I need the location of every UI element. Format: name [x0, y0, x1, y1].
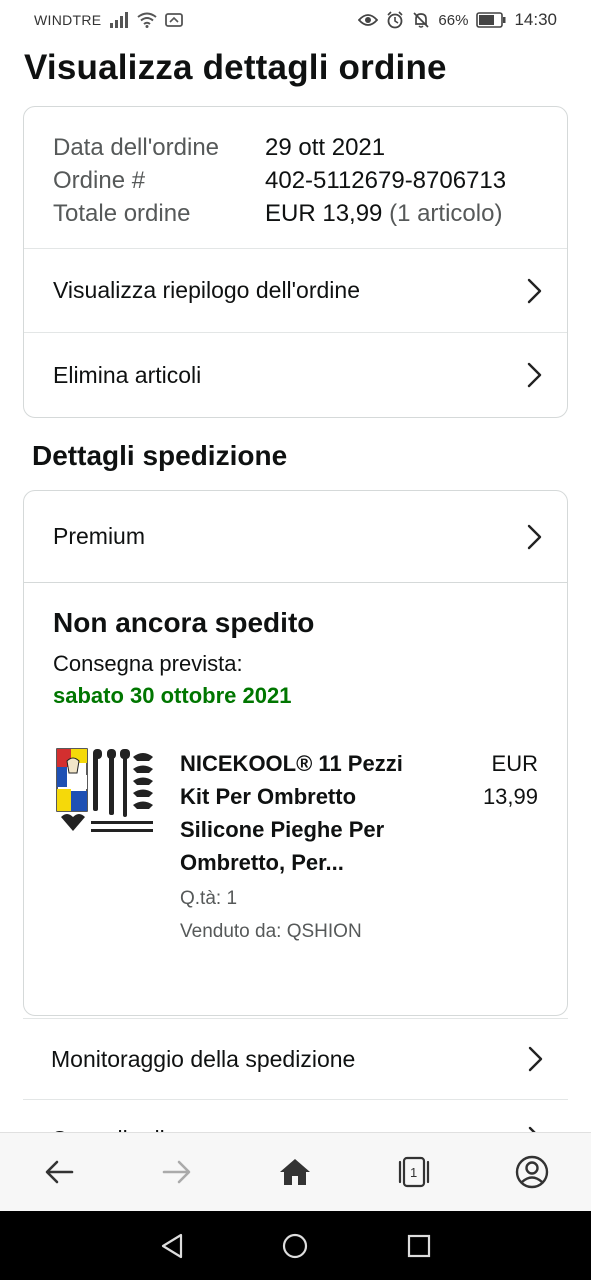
track-shipment-link[interactable]: Monitoraggio della spedizione	[23, 1018, 568, 1100]
triangle-back-icon	[161, 1233, 182, 1258]
eye-icon	[358, 13, 379, 27]
account-button[interactable]	[502, 1142, 562, 1202]
circle-home-icon	[283, 1233, 308, 1258]
alarm-icon	[386, 11, 404, 29]
order-summary-card: Data dell'ordine 29 ott 2021 Ordine # 40…	[23, 106, 568, 418]
product-seller: Venduto da: QSHION	[180, 921, 362, 942]
battery-icon	[476, 12, 506, 28]
order-total-value: EUR 13,99 (1 articolo)	[265, 197, 502, 230]
page-title: Visualizza dettagli ordine	[24, 48, 447, 87]
order-total-items: (1 articolo)	[389, 200, 503, 227]
arrow-right-icon	[162, 1160, 191, 1184]
order-total-label: Totale ordine	[53, 200, 191, 227]
shipment-card: Premium Non ancora spedito Consegna prev…	[23, 490, 568, 1016]
chevron-right-icon	[523, 278, 545, 304]
delete-items-label: Elimina articoli	[53, 361, 202, 388]
product-quantity: Q.tà: 1	[180, 888, 238, 909]
track-shipment-label: Monitoraggio della spedizione	[51, 1045, 356, 1072]
carrier-name: WINDTRE	[34, 12, 102, 28]
order-info: Data dell'ordine 29 ott 2021 Ordine # 40…	[24, 107, 567, 249]
battery-percent: 66%	[438, 11, 469, 29]
shipping-section-title: Dettagli spedizione	[32, 440, 288, 471]
system-recents-button[interactable]	[394, 1221, 444, 1271]
chevron-right-icon	[523, 524, 545, 550]
delivery-date: sabato 30 ottobre 2021	[53, 683, 292, 708]
product-item[interactable]: NICEKOOL® 11 Pezzi Kit Per Ombretto Sili…	[53, 747, 538, 945]
view-order-summary-link[interactable]: Visualizza riepilogo dell'ordine	[24, 249, 567, 333]
product-title[interactable]: NICEKOOL® 11 Pezzi Kit Per Ombretto Sili…	[180, 747, 410, 879]
back-button[interactable]	[29, 1142, 89, 1202]
tabs-button[interactable]: 1	[384, 1142, 444, 1202]
order-total-amount: EUR 13,99	[265, 200, 383, 227]
tab-count: 1	[410, 1164, 418, 1180]
shipment-details: Non ancora spedito Consegna prevista: sa…	[24, 583, 567, 945]
screen-cast-icon	[165, 13, 184, 27]
order-number-value: 402-5112679-8706713	[265, 167, 507, 194]
order-number-label: Ordine #	[53, 167, 146, 194]
delete-items-link[interactable]: Elimina articoli	[24, 333, 567, 417]
arrow-left-icon	[45, 1160, 74, 1184]
square-recents-icon	[408, 1234, 431, 1257]
signal-icon	[109, 12, 129, 28]
order-date-label: Data dell'ordine	[53, 134, 220, 161]
system-back-button[interactable]	[147, 1221, 197, 1271]
view-order-summary-label: Visualizza riepilogo dell'ordine	[53, 277, 360, 303]
chevron-right-icon	[524, 1046, 546, 1072]
order-number-row: Ordine # 402-5112679-8706713	[53, 164, 538, 197]
chevron-right-icon	[523, 362, 545, 388]
shipping-method-link[interactable]: Premium	[24, 491, 567, 583]
next-shipment-link[interactable]: Cancella di...	[23, 1100, 568, 1132]
shipment-status: Non ancora spedito	[53, 607, 315, 638]
android-nav-bar	[0, 1211, 591, 1280]
shipping-method-label: Premium	[53, 523, 146, 549]
wifi-icon	[137, 12, 158, 28]
mute-bell-icon	[412, 11, 430, 29]
order-date-row: Data dell'ordine 29 ott 2021	[53, 131, 538, 164]
product-price-currency: EUR	[491, 751, 538, 776]
product-price: EUR 13,99	[458, 747, 538, 945]
product-image[interactable]	[53, 747, 158, 852]
order-total-row: Totale ordine EUR 13,99 (1 articolo)	[53, 197, 538, 230]
product-price-amount: 13,99	[482, 784, 538, 809]
product-info: NICEKOOL® 11 Pezzi Kit Per Ombretto Sili…	[180, 747, 458, 945]
home-button[interactable]	[265, 1142, 325, 1202]
clock-time: 14:30	[514, 10, 557, 29]
delivery-label: Consegna prevista:	[53, 651, 243, 676]
system-home-button[interactable]	[270, 1221, 320, 1271]
order-date-value: 29 ott 2021	[265, 134, 386, 161]
browser-bottom-nav: 1	[0, 1132, 591, 1211]
user-icon	[515, 1155, 549, 1189]
status-bar: WINDTRE 66% 14:30	[0, 0, 591, 40]
home-icon	[280, 1159, 311, 1185]
forward-button[interactable]	[147, 1142, 207, 1202]
